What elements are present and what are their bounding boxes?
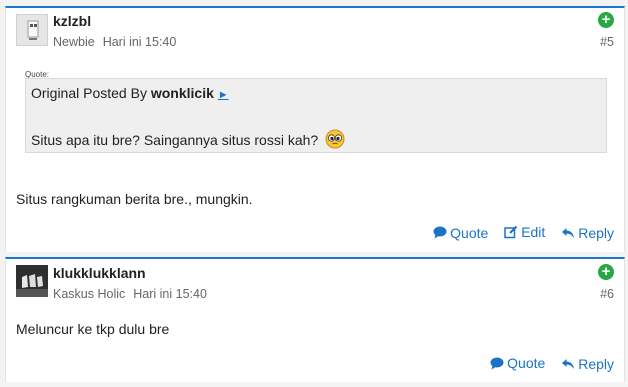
post-body: Situs rangkuman berita bre., mungkin.	[16, 191, 253, 207]
quote-text: Situs apa itu bre? Saingannya situs ross…	[31, 132, 319, 148]
reply-arrow-icon	[562, 228, 575, 238]
quote-button[interactable]: Quote	[490, 355, 545, 371]
add-reputation-icon[interactable]: +	[598, 12, 614, 28]
username[interactable]: klukklukklann	[53, 265, 146, 281]
quote-source-link[interactable]: ►	[218, 89, 229, 101]
worried-face-icon	[325, 129, 345, 152]
speech-bubble-icon	[490, 357, 504, 369]
add-reputation-icon[interactable]: +	[598, 264, 614, 280]
reply-label-text: Reply	[578, 225, 614, 241]
reply-button[interactable]: Reply	[561, 356, 614, 372]
user-rank: Kaskus Holic	[53, 287, 126, 301]
post-time: Hari ini 15:40	[102, 35, 177, 49]
user-meta: Kaskus Holic Hari ini 15:40	[53, 287, 207, 301]
edit-label-text: Edit	[521, 224, 546, 240]
quote-header: Original Posted By wonklicik ►	[31, 85, 229, 101]
reply-button[interactable]: Reply	[561, 225, 614, 241]
avatar-image	[16, 265, 48, 297]
user-meta: Newbie Hari ini 15:40	[53, 35, 176, 49]
post-number[interactable]: #5	[600, 35, 614, 49]
reply-label-text: Reply	[578, 355, 614, 372]
post-actions: Quote Reply	[478, 355, 614, 373]
avatar-image	[27, 20, 39, 40]
quote-label-text: Quote	[450, 224, 489, 241]
quote-text-line: Situs apa itu bre? Saingannya situs ross…	[31, 129, 345, 152]
post-body: Meluncur ke tkp dulu bre	[16, 321, 170, 337]
post-number[interactable]: #6	[600, 287, 614, 301]
user-rank: Newbie	[53, 35, 95, 49]
username[interactable]: kzlzbl	[53, 13, 91, 29]
quote-button[interactable]: Quote	[433, 225, 488, 241]
quote-prefix: Original Posted By	[31, 85, 151, 101]
quote-label-text: Quote	[507, 355, 546, 371]
quote-author: wonklicik	[150, 85, 214, 101]
quote-box: Original Posted By wonklicik ► Situs apa…	[25, 78, 607, 153]
edit-icon	[504, 225, 518, 239]
avatar[interactable]	[16, 14, 48, 46]
post-time: Hari ini 15:40	[133, 287, 207, 301]
reply-arrow-icon	[562, 358, 575, 369]
edit-button[interactable]: Edit	[504, 224, 545, 240]
avatar[interactable]	[16, 265, 48, 297]
post-actions: Quote Edit Reply	[421, 224, 614, 242]
post-5: kzlzbl Newbie Hari ini 15:40 + #5 Quote: …	[5, 6, 625, 252]
speech-bubble-icon	[433, 226, 447, 239]
post-6: klukklukklann Kaskus Holic Hari ini 15:40…	[5, 257, 625, 382]
